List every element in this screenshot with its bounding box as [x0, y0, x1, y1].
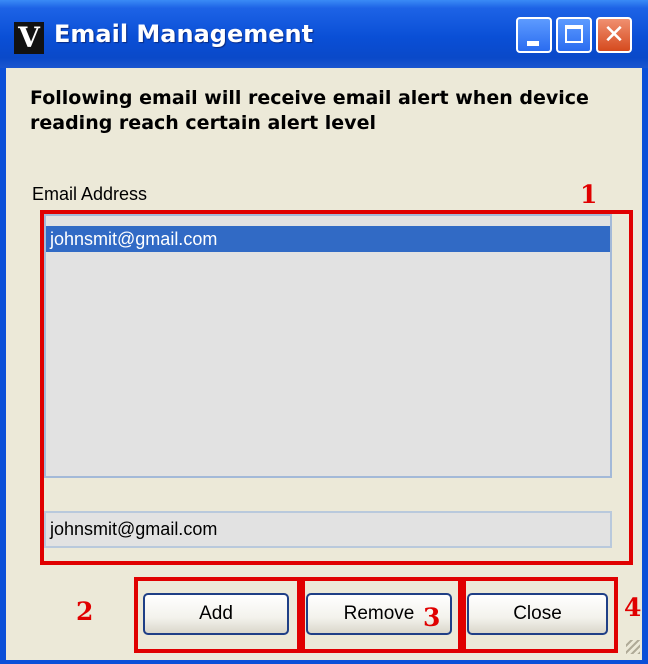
app-logo-icon: V	[14, 22, 44, 54]
close-icon: ✕	[603, 20, 625, 50]
annotation-box-4	[462, 577, 618, 653]
annotation-number-2: 2	[76, 597, 94, 626]
annotation-number-1: 1	[580, 180, 598, 209]
annotation-box-1	[40, 210, 633, 565]
annotation-box-2	[134, 577, 301, 653]
window-title: Email Management	[54, 20, 314, 48]
annotation-number-4: 4	[624, 593, 642, 622]
close-window-button[interactable]: ✕	[596, 17, 632, 53]
maximize-button[interactable]	[556, 17, 592, 53]
minimize-button[interactable]	[516, 17, 552, 53]
annotation-number-3: 3	[423, 603, 441, 632]
title-bar[interactable]: V Email Management ✕	[0, 0, 648, 68]
email-address-label: Email Address	[32, 184, 148, 204]
resize-grip[interactable]	[626, 640, 640, 654]
maximize-icon	[565, 25, 583, 43]
instruction-heading: Following email will receive email alert…	[30, 87, 589, 134]
minimize-icon	[527, 41, 539, 46]
